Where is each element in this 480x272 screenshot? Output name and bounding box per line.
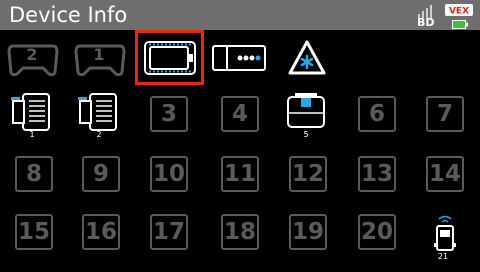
page-title: Device Info (9, 3, 128, 27)
port-7-tile[interactable]: 7 (411, 85, 475, 145)
port-number: 15 (15, 214, 53, 250)
port-12-tile[interactable]: 12 (274, 145, 338, 205)
port-label: 1 (29, 130, 35, 139)
port-number: 14 (426, 156, 464, 192)
port-13-tile[interactable]: 13 (343, 145, 407, 205)
port-label: 21 (437, 252, 449, 261)
port-number: 12 (289, 156, 327, 192)
port-8-tile[interactable]: 8 (0, 145, 64, 205)
port-number: 19 (289, 214, 327, 250)
port-20-tile[interactable]: 20 (343, 203, 407, 263)
controller-2-tile[interactable]: 2 (0, 30, 64, 90)
port-16-tile[interactable]: 16 (67, 203, 131, 263)
radio-triangle-icon (288, 40, 326, 75)
port-1-tile[interactable]: 1 (0, 85, 64, 145)
port-9-tile[interactable]: 9 (67, 145, 131, 205)
port-17-tile[interactable]: 17 (135, 203, 199, 263)
port-number: 6 (358, 96, 396, 132)
controller-2-badge: 2 (26, 45, 38, 64)
port-number: 4 (221, 96, 259, 132)
port-2-tile[interactable]: 2 (67, 85, 131, 145)
port-number: 17 (150, 214, 188, 250)
port-number: 18 (221, 214, 259, 250)
port-19-tile[interactable]: 19 (274, 203, 338, 263)
port-11-tile[interactable]: 11 (206, 145, 270, 205)
port-15-tile[interactable]: 15 (0, 203, 64, 263)
port-number: 11 (221, 156, 259, 192)
radio-icon (434, 215, 456, 251)
port-number: 10 (150, 156, 188, 192)
port-10-tile[interactable]: 10 (135, 145, 199, 205)
port-3-tile[interactable]: 3 (135, 85, 199, 145)
robot-battery-icon (212, 45, 266, 71)
port-number: 7 (426, 96, 464, 132)
port-6-tile[interactable]: 6 (343, 85, 407, 145)
battery-tile[interactable] (206, 30, 270, 90)
port-label: 5 (303, 130, 309, 139)
port-label: 2 (96, 130, 102, 139)
port-number: 3 (150, 96, 188, 132)
motor-icon (11, 93, 50, 131)
vex-logo: VEX (445, 4, 473, 17)
port-number: 13 (358, 156, 396, 192)
port-5-tile[interactable]: 5 (274, 85, 338, 145)
port-18-tile[interactable]: 18 (206, 203, 270, 263)
field-control-tile[interactable] (274, 30, 338, 90)
port-number: 16 (82, 214, 120, 250)
battery-icon (452, 20, 468, 29)
controller-1-tile[interactable]: 1 (67, 30, 131, 90)
port-number: 9 (82, 156, 120, 192)
port-21-tile[interactable]: 21 (411, 203, 475, 263)
sensor-icon (287, 93, 325, 128)
status-text: BD (417, 16, 435, 29)
port-4-tile[interactable]: 4 (206, 85, 270, 145)
port-14-tile[interactable]: 14 (411, 145, 475, 205)
svg-text:VEX: VEX (449, 7, 469, 17)
controller-1-badge: 1 (93, 45, 105, 64)
port-number: 20 (358, 214, 396, 250)
header-bar: Device Info BD VEX (0, 0, 480, 30)
selection-highlight (135, 30, 204, 85)
port-number: 8 (15, 156, 53, 192)
motor-icon (78, 93, 117, 131)
